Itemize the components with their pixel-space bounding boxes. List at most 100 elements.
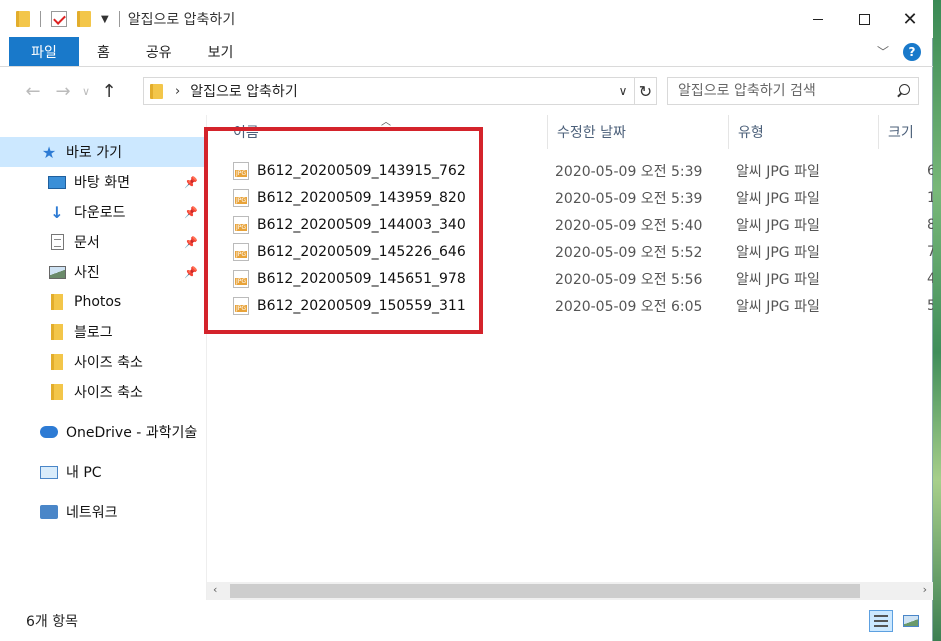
minimize-icon xyxy=(813,18,823,20)
folder-icon xyxy=(48,324,66,340)
file-date: 2020-05-09 오전 5:39 xyxy=(555,190,703,207)
sidebar-item-network[interactable]: 네트워크 xyxy=(0,497,206,527)
file-row[interactable]: JPG B612_20200509_145651_978 2020-05-09 오전… xyxy=(207,265,933,292)
sidebar-item-documents[interactable]: 문서 📌 xyxy=(0,227,206,257)
search-box[interactable] xyxy=(667,77,919,105)
file-date: 2020-05-09 오전 5:56 xyxy=(555,271,703,288)
new-folder-icon[interactable] xyxy=(77,11,91,27)
sidebar-item-onedrive[interactable]: OneDrive - 과학기술 xyxy=(0,417,206,447)
forward-arrow-icon[interactable]: → xyxy=(48,81,78,102)
pin-icon[interactable]: 📌 xyxy=(184,236,198,249)
file-type: 알씨 JPG 파일 xyxy=(736,163,820,180)
address-history-dropdown-icon[interactable]: ∨ xyxy=(612,84,634,98)
scrollbar-thumb[interactable] xyxy=(230,584,860,598)
sidebar-item-photos[interactable]: Photos xyxy=(0,287,206,317)
toolbar-divider xyxy=(40,11,41,27)
column-header-size[interactable]: 크기 xyxy=(879,115,933,149)
download-icon: ↓ xyxy=(50,202,64,222)
jpg-file-icon: JPG xyxy=(233,242,249,261)
pin-icon[interactable]: 📌 xyxy=(184,266,198,279)
large-icons-view-button[interactable] xyxy=(899,610,923,632)
search-input[interactable] xyxy=(678,83,888,99)
details-view-button[interactable] xyxy=(869,609,893,632)
tab-share[interactable]: 공유 xyxy=(128,37,190,66)
file-date: 2020-05-09 오전 5:40 xyxy=(555,217,703,234)
expand-ribbon-chevron-icon[interactable]: ﹀ xyxy=(877,43,889,60)
column-header-date[interactable]: 수정한 날짜 xyxy=(548,115,729,149)
column-header-name[interactable]: 이름 xyxy=(224,115,548,149)
file-name-cell[interactable]: JPG B612_20200509_144003_340 xyxy=(233,215,466,234)
search-icon[interactable] xyxy=(896,84,910,98)
folder-icon xyxy=(48,294,66,310)
sidebar-item-size-reduce[interactable]: 사이즈 축소 xyxy=(0,347,206,377)
file-row[interactable]: JPG B612_20200509_144003_340 2020-05-09 오전… xyxy=(207,211,933,238)
file-row[interactable]: JPG B612_20200509_143959_820 2020-05-09 오전… xyxy=(207,184,933,211)
file-name-cell[interactable]: JPG B612_20200509_150559_311 xyxy=(233,296,466,315)
quick-access-toolbar: ▼ xyxy=(16,11,120,27)
sidebar-item-size-reduce-2[interactable]: 사이즈 축소 xyxy=(0,377,206,407)
tab-home[interactable]: 홈 xyxy=(79,37,128,66)
window-controls: ✕ xyxy=(795,0,933,38)
breadcrumb-chevron-icon[interactable]: › xyxy=(175,84,180,99)
close-button[interactable]: ✕ xyxy=(887,0,933,38)
jpg-file-icon: JPG xyxy=(233,188,249,207)
properties-check-icon[interactable] xyxy=(51,11,67,27)
sidebar-item-label: 사진 xyxy=(74,265,100,281)
jpg-file-icon: JPG xyxy=(233,269,249,288)
tab-view[interactable]: 보기 xyxy=(190,37,252,66)
help-icon[interactable]: ? xyxy=(903,42,921,61)
file-explorer-window: ▼ 알집으로 압축하기 ✕ 파일 홈 공유 보기 ﹀ ? ← → ∨ ↑ › 알… xyxy=(0,0,933,641)
network-icon xyxy=(40,504,58,520)
up-arrow-icon[interactable]: ↑ xyxy=(94,81,124,102)
pin-icon[interactable]: 📌 xyxy=(184,176,198,189)
file-name: B612_20200509_145651_978 xyxy=(257,270,466,287)
sidebar-item-label: OneDrive - 과학기술 xyxy=(66,425,198,441)
file-name-cell[interactable]: JPG B612_20200509_145651_978 xyxy=(233,269,466,288)
sidebar-item-blog[interactable]: 블로그 xyxy=(0,317,206,347)
file-row[interactable]: JPG B612_20200509_145226_646 2020-05-09 오전… xyxy=(207,238,933,265)
folder-icon xyxy=(48,384,66,400)
file-name-cell[interactable]: JPG B612_20200509_143915_762 xyxy=(233,161,466,180)
file-type: 알씨 JPG 파일 xyxy=(736,271,820,288)
sidebar-item-label: 다운로드 xyxy=(74,205,126,221)
file-name: B612_20200509_145226_646 xyxy=(257,243,466,260)
sidebar-item-pictures[interactable]: 사진 📌 xyxy=(0,257,206,287)
column-header-type[interactable]: 유형 xyxy=(729,115,879,149)
sidebar-item-this-pc[interactable]: 내 PC xyxy=(0,457,206,487)
ribbon-tabs: 파일 홈 공유 보기 ﹀ ? xyxy=(0,37,933,67)
address-field[interactable]: › 알집으로 압축하기 ∨ ↻ xyxy=(143,77,657,105)
folder-icon xyxy=(150,83,163,99)
file-name-cell[interactable]: JPG B612_20200509_145226_646 xyxy=(233,242,466,261)
window-title: 알집으로 압축하기 xyxy=(127,12,236,28)
sidebar-item-downloads[interactable]: ↓ 다운로드 📌 xyxy=(0,197,206,227)
file-row[interactable]: JPG B612_20200509_150559_311 2020-05-09 오전… xyxy=(207,292,933,319)
sidebar-item-quick-access[interactable]: ★ 바로 가기 xyxy=(0,137,206,167)
title-bar: ▼ 알집으로 압축하기 ✕ xyxy=(0,0,933,38)
scroll-left-arrow-icon[interactable]: ‹ xyxy=(213,583,217,596)
recent-locations-chevron-icon[interactable]: ∨ xyxy=(78,85,94,98)
file-date: 2020-05-09 오전 5:39 xyxy=(555,163,703,180)
status-bar: 6개 항목 xyxy=(0,600,933,641)
maximize-button[interactable] xyxy=(841,0,887,38)
sidebar-item-label: 사이즈 축소 xyxy=(74,355,143,371)
file-row[interactable]: JPG B612_20200509_143915_762 2020-05-09 오전… xyxy=(207,157,933,184)
scroll-right-arrow-icon[interactable]: › xyxy=(923,583,927,596)
customize-toolbar-dropdown-icon[interactable]: ▼ xyxy=(101,14,109,25)
back-arrow-icon[interactable]: ← xyxy=(18,81,48,102)
sidebar-item-desktop[interactable]: 바탕 화면 📌 xyxy=(0,167,206,197)
sidebar-item-label: 문서 xyxy=(74,235,100,251)
file-type: 알씨 JPG 파일 xyxy=(736,298,820,315)
horizontal-scrollbar[interactable]: ‹ › xyxy=(207,582,933,600)
refresh-icon[interactable]: ↻ xyxy=(634,78,656,104)
sidebar-item-label: 바탕 화면 xyxy=(74,175,130,191)
tab-file[interactable]: 파일 xyxy=(9,37,79,66)
file-type: 알씨 JPG 파일 xyxy=(736,217,820,234)
sidebar-item-label: 내 PC xyxy=(66,465,102,481)
breadcrumb-item[interactable]: 알집으로 압축하기 xyxy=(190,81,298,101)
item-count: 6개 항목 xyxy=(26,613,78,630)
minimize-button[interactable] xyxy=(795,0,841,38)
pin-icon[interactable]: 📌 xyxy=(184,206,198,219)
file-name-cell[interactable]: JPG B612_20200509_143959_820 xyxy=(233,188,466,207)
